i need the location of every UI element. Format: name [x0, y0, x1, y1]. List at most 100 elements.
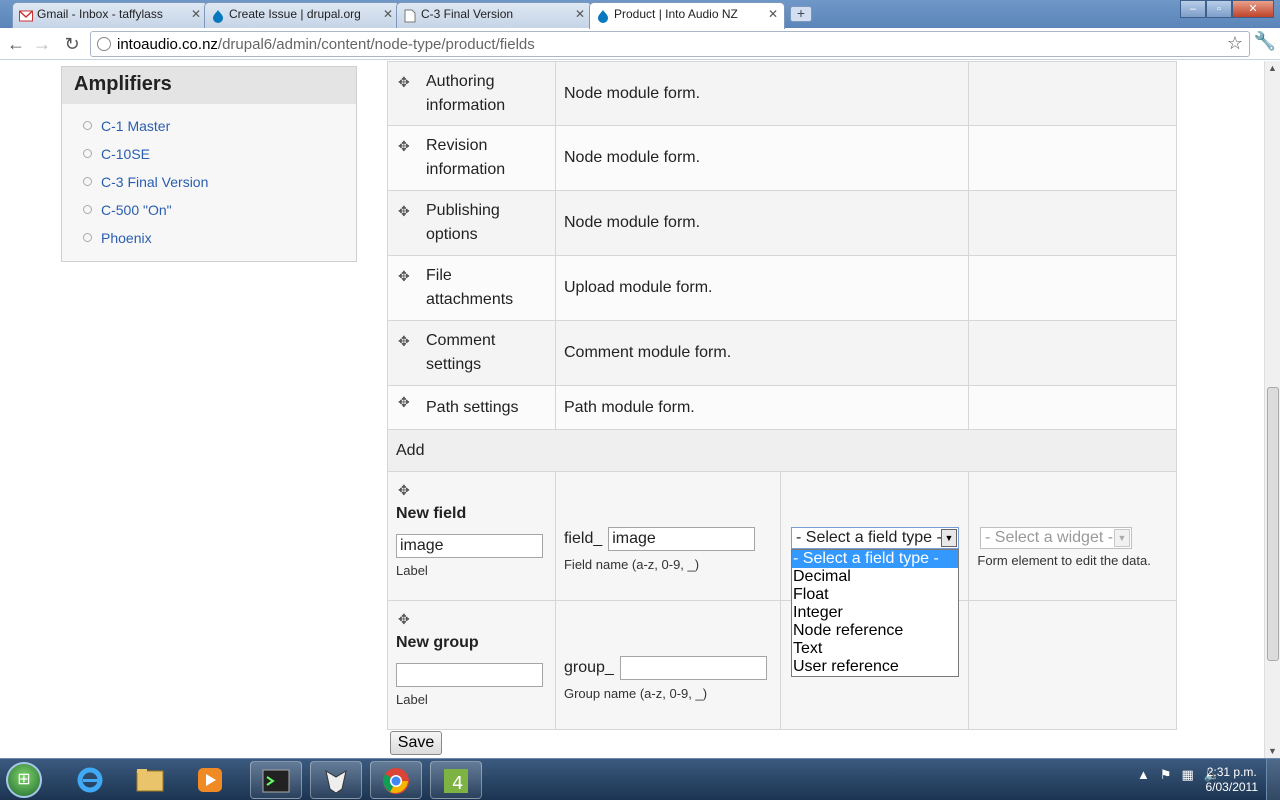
close-window-icon[interactable]: ✕: [1232, 0, 1274, 18]
scrollbar-thumb[interactable]: [1267, 387, 1279, 661]
vertical-scrollbar[interactable]: ▲ ▼: [1264, 61, 1280, 758]
save-button[interactable]: Save: [390, 731, 442, 755]
back-arrow-icon[interactable]: ←: [4, 32, 28, 56]
tab-product-into-audio[interactable]: Product | Into Audio NZ ✕: [589, 2, 785, 29]
table-row: ✥ Publishing options Node module form.: [387, 190, 1177, 256]
tab-label: Gmail - Inbox - taffylass: [37, 7, 163, 21]
action-center-flag-icon[interactable]: ⚑: [1160, 767, 1172, 783]
drag-handle-icon[interactable]: ✥: [398, 611, 547, 628]
tab-close-icon[interactable]: ✕: [383, 3, 393, 25]
window-controls: – ▫ ✕: [1180, 0, 1274, 18]
add-row: Add: [387, 429, 1177, 472]
widget-select[interactable]: - Select a widget - ▼: [980, 527, 1132, 549]
tab-create-issue[interactable]: Create Issue | drupal.org ✕: [204, 2, 400, 28]
drag-handle-icon[interactable]: ✥: [398, 134, 410, 158]
new-field-name-input[interactable]: image: [608, 527, 756, 551]
empty-cell: [968, 255, 1177, 321]
table-row: ✥ Comment settings Comment module form.: [387, 320, 1177, 386]
reload-icon[interactable]: ↻: [60, 32, 84, 56]
amplifier-link-c500-on[interactable]: C-500 "On": [62, 196, 356, 224]
tab-gmail[interactable]: Gmail - Inbox - taffylass ✕: [12, 2, 208, 28]
field-type-option[interactable]: Decimal: [792, 568, 958, 586]
windows-taskbar: ⊞ 4 ▲ ⚑ ▦ 🔈 2:31 p.m. 6/03/2011: [0, 758, 1280, 800]
wrench-icon[interactable]: 🔧: [1254, 31, 1276, 52]
clock-date: 6/03/2011: [1205, 780, 1259, 794]
new-group-name-input[interactable]: [619, 656, 767, 680]
internet-explorer-icon[interactable]: [64, 761, 116, 799]
empty-cell: [968, 600, 1177, 730]
drupal-icon: [211, 8, 225, 23]
page-viewport: Amplifiers C-1 Master C-10SE C-3 Final V…: [0, 61, 1264, 758]
address-bar[interactable]: intoaudio.co.nz/drupal6/admin/content/no…: [90, 31, 1250, 57]
field-type-option[interactable]: Text: [792, 640, 958, 658]
taskbar-clock[interactable]: 2:31 p.m. 6/03/2011: [1206, 765, 1259, 795]
new-tab-button[interactable]: +: [790, 6, 812, 22]
amplifier-link-c3-final[interactable]: C-3 Final Version: [62, 168, 356, 196]
field-type-option[interactable]: Node reference: [792, 622, 958, 640]
start-button[interactable]: ⊞: [6, 762, 42, 798]
add-section-label: Add: [387, 429, 1177, 472]
show-desktop-button[interactable]: [1266, 759, 1280, 800]
field-name-cell: ✥ Publishing options: [387, 190, 556, 256]
drag-handle-icon[interactable]: ✥: [398, 390, 410, 414]
widget-caption: Form element to edit the data.: [977, 553, 1151, 568]
field-name-cell: ✥ Path settings: [387, 385, 556, 430]
terminal-icon[interactable]: [250, 761, 302, 799]
forward-arrow-icon[interactable]: →: [30, 32, 54, 56]
gmail-icon: [19, 8, 33, 22]
tab-c3-final-version[interactable]: C-3 Final Version ✕: [396, 2, 592, 28]
amplifier-link-c10se[interactable]: C-10SE: [62, 140, 356, 168]
explorer-folder-icon[interactable]: [124, 761, 176, 799]
maximize-icon[interactable]: ▫: [1206, 0, 1232, 18]
field-type-select[interactable]: - Select a field type - ▼: [791, 527, 959, 549]
new-field-title: New field: [396, 505, 467, 522]
group-prefix: group_: [563, 659, 614, 676]
table-row: ✥ Path settings Path module form.: [387, 385, 1177, 430]
scroll-down-icon[interactable]: ▼: [1268, 746, 1277, 756]
network-icon[interactable]: ▦: [1182, 767, 1194, 783]
field-name-cell: ✥ Revision information: [387, 125, 556, 191]
empty-cell: [968, 320, 1177, 386]
amplifier-link-phoenix[interactable]: Phoenix: [62, 224, 356, 252]
manage-fields-table: ✥ Authoring information Node module form…: [387, 61, 1177, 730]
field-name-caption: Field name (a-z, 0-9, _): [563, 557, 700, 572]
field-name-cell: ✥ Comment settings: [387, 320, 556, 386]
chrome-icon[interactable]: [370, 761, 422, 799]
new-field-label-input[interactable]: image: [396, 534, 543, 558]
show-hidden-icons-icon[interactable]: ▲: [1137, 767, 1150, 783]
empty-cell: [968, 61, 1177, 126]
drag-handle-icon[interactable]: ✥: [398, 264, 410, 288]
drag-handle-icon[interactable]: ✥: [398, 70, 410, 94]
app-4-icon[interactable]: 4: [430, 761, 482, 799]
globe-icon: [97, 37, 111, 51]
minimize-icon[interactable]: –: [1180, 0, 1206, 18]
field-type-option[interactable]: Float: [792, 586, 958, 604]
url-text[interactable]: intoaudio.co.nz/drupal6/admin/content/no…: [117, 36, 535, 53]
tab-label: C-3 Final Version: [421, 7, 514, 21]
chevron-down-icon[interactable]: ▼: [941, 529, 957, 547]
tab-close-icon[interactable]: ✕: [575, 3, 585, 25]
field-type-option[interactable]: User reference: [792, 658, 958, 676]
bookmark-star-icon[interactable]: ☆: [1227, 33, 1243, 54]
tab-close-icon[interactable]: ✕: [191, 3, 201, 25]
url-host: intoaudio.co.nz: [117, 36, 218, 53]
scroll-up-icon[interactable]: ▲: [1268, 63, 1277, 73]
new-group-name-cell: group_ Group name (a-z, 0-9, _): [554, 600, 781, 730]
field-type-option[interactable]: - Select a field type -: [792, 550, 958, 568]
drag-handle-icon[interactable]: ✥: [398, 199, 410, 223]
field-type-option[interactable]: Integer: [792, 604, 958, 622]
field-description: Comment module form.: [554, 320, 970, 386]
new-group-label-input[interactable]: [396, 663, 543, 687]
empty-cell: [968, 385, 1177, 430]
block-title: Amplifiers: [62, 67, 356, 104]
media-player-icon[interactable]: [184, 761, 236, 799]
chevron-down-icon[interactable]: ▼: [1114, 529, 1130, 547]
amplifier-link-c1-master[interactable]: C-1 Master: [62, 112, 356, 140]
drag-handle-icon[interactable]: ✥: [398, 329, 410, 353]
drag-handle-icon[interactable]: ✥: [398, 482, 547, 499]
browser-tab-bar: Gmail - Inbox - taffylass ✕ Create Issue…: [0, 0, 1280, 29]
tab-close-icon[interactable]: ✕: [768, 3, 778, 25]
foxit-icon[interactable]: [310, 761, 362, 799]
field-description: Node module form.: [554, 61, 970, 126]
field-description: Node module form.: [554, 190, 970, 256]
